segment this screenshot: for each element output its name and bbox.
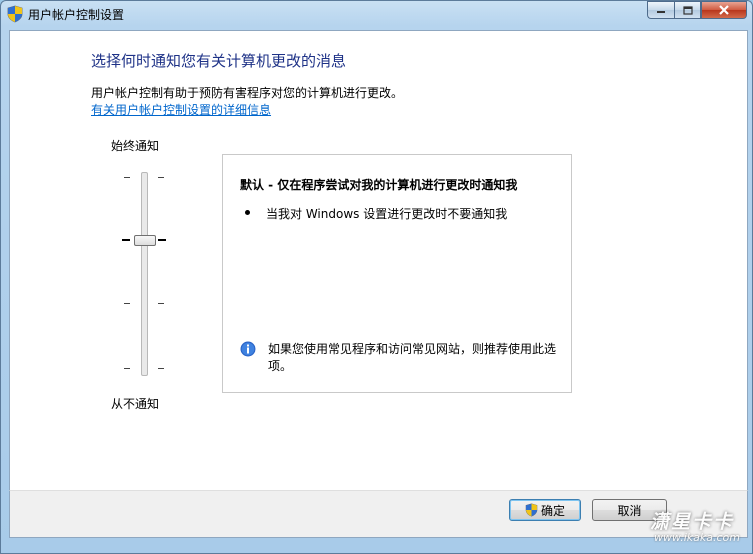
title-bar[interactable]: 用户帐户控制设置 [1,1,752,29]
slider-tick [124,303,130,304]
slider-tick [158,177,164,178]
page-heading: 选择何时通知您有关计算机更改的消息 [91,52,347,70]
level-title: 默认 - 仅在程序尝试对我的计算机进行更改时通知我 [240,178,518,192]
maximize-button[interactable] [674,1,701,19]
uac-shield-icon [7,5,23,23]
slider-tick [158,303,164,304]
minimize-icon [657,11,665,13]
notification-slider-track[interactable] [141,172,148,376]
uac-settings-window: 用户帐户控制设置 选择何时通知您有关计算机更改的消息 用户帐户控制有助于预防有害… [0,0,753,554]
slider-tick [158,368,164,369]
slider-top-label: 始终通知 [111,139,160,153]
bullet-icon [245,210,250,215]
level-bullet: 当我对 Windows 设置进行更改时不要通知我 [266,207,508,221]
slider-tick-selected [158,239,166,241]
slider-bottom-label: 从不通知 [111,397,160,411]
uac-shield-icon [525,503,538,517]
caption-buttons [647,1,747,19]
ok-button-label: 确定 [540,503,565,518]
watermark-brand: 潇星卡卡 [649,511,734,533]
notification-slider-thumb[interactable] [134,235,156,246]
close-icon [719,5,729,15]
watermark: 潇星卡卡 www.ikaka.com [604,507,744,547]
recommendation-text: 如果您使用常见程序和访问常见网站，则推荐使用此选项。 [268,342,557,373]
maximize-icon [682,5,693,15]
slider-tick [124,177,130,178]
minimize-button[interactable] [647,1,674,19]
level-description-panel: 默认 - 仅在程序尝试对我的计算机进行更改时通知我 当我对 Windows 设置… [222,154,572,393]
more-info-link[interactable]: 有关用户帐户控制设置的详细信息 [91,101,271,118]
ok-button[interactable]: 确定 [509,499,581,521]
slider-tick-selected [122,239,130,241]
watermark-url: www.ikaka.com [653,531,740,544]
content-area: 选择何时通知您有关计算机更改的消息 用户帐户控制有助于预防有害程序对您的计算机进… [9,30,748,491]
window-title: 用户帐户控制设置 [28,8,125,22]
slider-tick [124,368,130,369]
info-icon [240,341,256,357]
description-text: 用户帐户控制有助于预防有害程序对您的计算机进行更改。 [91,86,404,100]
close-button[interactable] [701,1,747,19]
